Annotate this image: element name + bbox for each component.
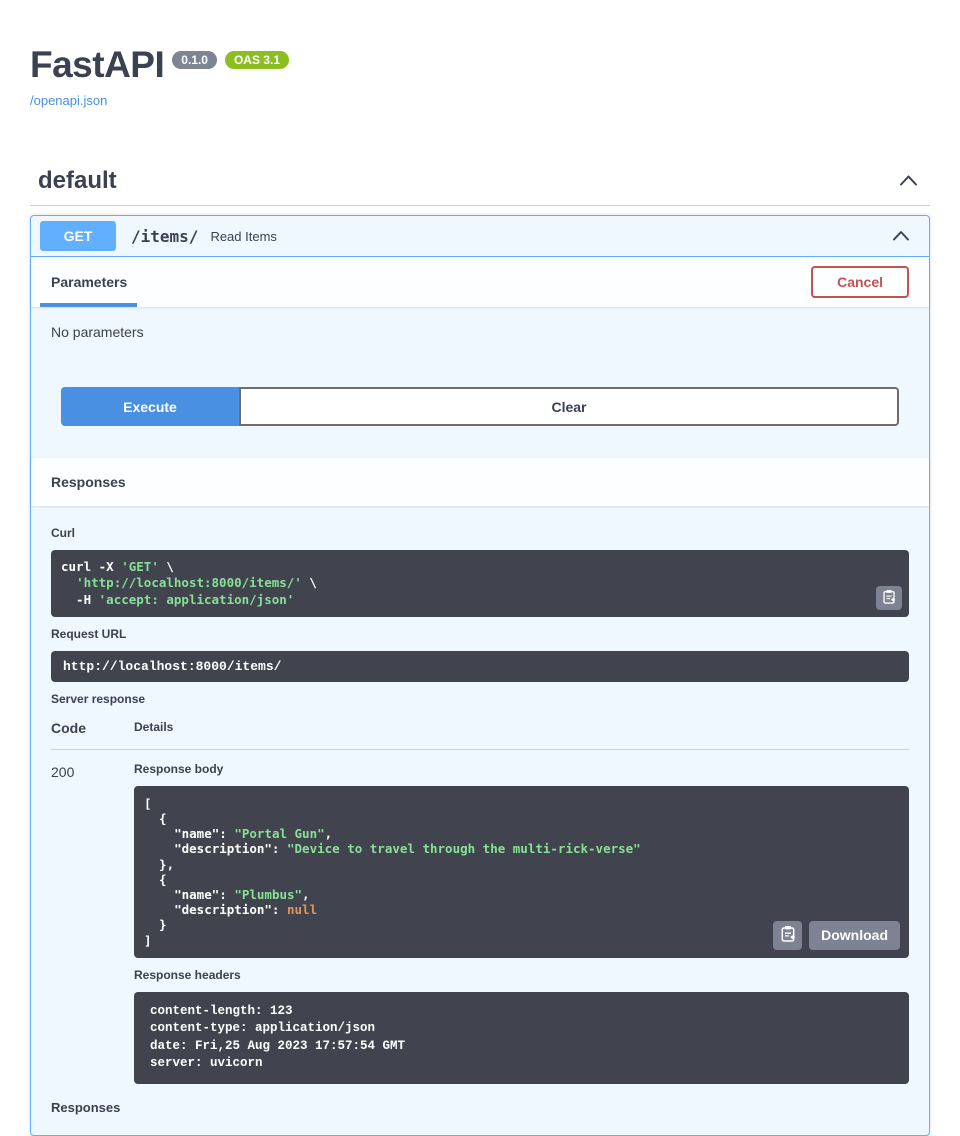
clipboard-copy-icon [882, 589, 896, 607]
oas-version-badge: OAS 3.1 [225, 51, 289, 69]
curl-label: Curl [51, 526, 909, 540]
http-method-badge: GET [40, 221, 116, 251]
no-parameters-text: No parameters [51, 324, 909, 340]
operation-body: Parameters Cancel No parameters Execute … [31, 257, 929, 1135]
response-body-actions: Download [773, 921, 900, 950]
execute-button[interactable]: Execute [61, 387, 239, 426]
tag-title: default [38, 167, 117, 195]
tab-parameters[interactable]: Parameters [51, 274, 127, 290]
parameters-section-header: Parameters Cancel [31, 257, 929, 307]
tag-section-default: default GET /items/ Read Items [30, 167, 930, 1136]
response-table-header: Code Details [51, 720, 909, 750]
code-column-header: Code [51, 720, 134, 736]
responses-section-title: Responses [51, 474, 126, 490]
openapi-spec-link[interactable]: /openapi.json [30, 93, 107, 108]
clear-button[interactable]: Clear [239, 387, 899, 426]
response-headers-block: content-length: 123content-type: applica… [134, 992, 909, 1084]
operation-description: Read Items [210, 229, 276, 244]
api-info-header: FastAPI 0.1.0 OAS 3.1 /openapi.json [0, 0, 960, 110]
request-url-value: http://localhost:8000/items/ [63, 659, 281, 674]
copy-response-button[interactable] [773, 921, 802, 950]
documented-responses-title: Responses [51, 1100, 909, 1115]
responses-wrapper: Curl curl -X 'GET' \ 'http://localhost:8… [31, 506, 929, 1135]
operation-path: /items/ [131, 227, 198, 246]
tag-section-header[interactable]: default [30, 167, 930, 206]
chevron-up-icon [892, 229, 910, 244]
response-body-block: [ { "name": "Portal Gun", "description":… [134, 786, 909, 958]
responses-section-header: Responses [31, 458, 929, 506]
collapse-section-button[interactable] [893, 170, 924, 193]
copy-curl-button[interactable] [876, 586, 902, 610]
chevron-up-icon [899, 174, 918, 189]
api-title: FastAPI [30, 44, 164, 85]
collapse-operation-button[interactable] [886, 225, 916, 248]
response-headers-label: Response headers [134, 968, 909, 982]
operation-summary[interactable]: GET /items/ Read Items [31, 216, 929, 257]
curl-command-code: curl -X 'GET' \ 'http://localhost:8000/i… [61, 559, 899, 608]
api-title-row: FastAPI 0.1.0 OAS 3.1 [30, 46, 930, 83]
version-badge: 0.1.0 [172, 51, 217, 69]
response-headers-code: content-length: 123content-type: applica… [150, 1003, 893, 1073]
opblock-get-items: GET /items/ Read Items Parameters Cancel [30, 215, 930, 1136]
request-url-label: Request URL [51, 627, 909, 641]
request-url-block: http://localhost:8000/items/ [51, 651, 909, 682]
response-details-cell: Response body [ { "name": "Portal Gun", … [134, 762, 909, 1084]
server-response-label: Server response [51, 692, 909, 706]
clipboard-copy-icon [780, 925, 796, 945]
download-button[interactable]: Download [809, 921, 900, 950]
details-column-header: Details [134, 720, 909, 736]
curl-command-block: curl -X 'GET' \ 'http://localhost:8000/i… [51, 550, 909, 617]
response-row: 200 Response body [ { "name": "Portal Gu… [51, 750, 909, 1084]
live-response-table: Code Details 200 Response body [ { "name… [51, 720, 909, 1084]
status-code: 200 [51, 762, 134, 1084]
response-body-label: Response body [134, 762, 909, 776]
parameters-content: No parameters [31, 307, 929, 387]
cancel-button[interactable]: Cancel [811, 266, 909, 298]
execute-wrapper: Execute Clear [31, 387, 929, 458]
swagger-ui-page: FastAPI 0.1.0 OAS 3.1 /openapi.json defaul… [0, 0, 960, 1136]
